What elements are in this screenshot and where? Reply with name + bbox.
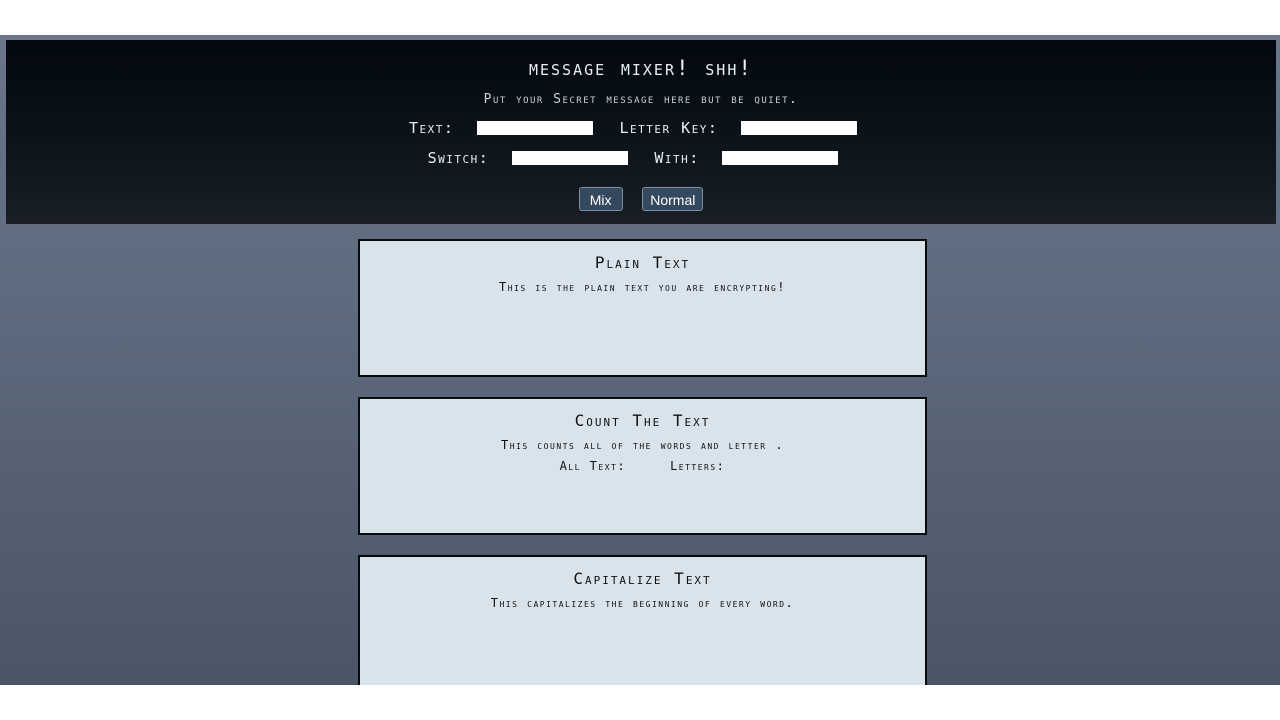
count-text-card: Count The Text This counts all of the wo… (358, 397, 927, 535)
page-title: Message Mixer! Shh! (528, 56, 754, 80)
count-text-title: Count The Text (574, 411, 711, 430)
plain-text-title: Plain Text (594, 253, 691, 272)
capitalize-text-description: This capitalizes the beginning of every … (490, 596, 795, 610)
normal-button[interactable]: Normal (642, 187, 704, 211)
capitalize-text-title: Capitalize Text (573, 569, 712, 588)
text-label: Text: (408, 118, 455, 137)
header-panel: Message Mixer! Shh! Put your Secret mess… (6, 40, 1276, 224)
text-input[interactable] (476, 120, 593, 135)
all-text-label: All Text: (559, 459, 627, 473)
with-label: With: (654, 148, 700, 167)
button-group: Mix Normal (6, 187, 1276, 211)
page-body: Message Mixer! Shh! Put your Secret mess… (0, 35, 1280, 685)
capitalize-text-card: Capitalize Text This capitalizes the beg… (358, 555, 927, 685)
plain-text-card: Plain Text This is the plain text you ar… (358, 239, 927, 377)
plain-text-description: This is the plain text you are encryptin… (499, 280, 786, 294)
letter-key-label: Letter Key: (619, 118, 719, 137)
letters-label: Letters: (670, 459, 726, 473)
form-row-switch: Switch: With: (6, 148, 1276, 167)
page-subtitle: Put your Secret message here but be quie… (483, 92, 799, 107)
form-row-text: Text: Letter Key: (6, 118, 1276, 137)
switch-label: Switch: (427, 148, 490, 167)
count-text-description: This counts all of the words and letter … (500, 438, 785, 452)
mix-button[interactable]: Mix (578, 187, 623, 211)
with-input[interactable] (722, 150, 839, 165)
letter-key-input[interactable] (741, 120, 857, 135)
switch-input[interactable] (511, 150, 628, 165)
count-readouts: All Text: Letters: (360, 459, 925, 473)
